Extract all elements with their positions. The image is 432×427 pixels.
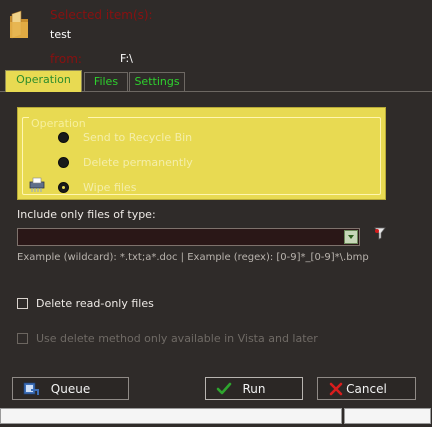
run-button-label: Run	[242, 381, 266, 396]
status-bar-secondary	[344, 408, 431, 424]
queue-button[interactable]: Queue	[12, 377, 129, 400]
radio-delete-permanently[interactable]: Delete permanently	[58, 154, 193, 170]
selected-items-value: test	[50, 28, 72, 41]
vista-method-label: Use delete method only available in Vist…	[36, 332, 318, 345]
delete-readonly-option[interactable]: Delete read-only files	[17, 297, 154, 310]
queue-button-label: Queue	[50, 381, 91, 396]
vista-method-option: Use delete method only available in Vist…	[17, 332, 318, 345]
from-label: from:	[50, 52, 82, 66]
radio-wipe-files[interactable]: Wipe files	[58, 179, 136, 195]
folder-icon	[8, 10, 30, 40]
radio-button[interactable]	[58, 181, 69, 193]
run-button[interactable]: Run	[205, 377, 303, 400]
shredder-icon	[28, 177, 46, 193]
radio-send-to-recycle-bin[interactable]: Send to Recycle Bin	[58, 129, 192, 145]
delete-readonly-checkbox[interactable]	[17, 298, 28, 309]
cancel-button-label: Cancel	[346, 381, 387, 396]
file-type-combobox[interactable]	[17, 228, 360, 246]
radio-button[interactable]	[58, 131, 69, 143]
from-value: F:\	[120, 52, 133, 65]
vista-method-checkbox	[17, 333, 28, 344]
include-files-label: Include only files of type:	[17, 208, 156, 221]
cancel-button[interactable]: Cancel	[317, 377, 416, 400]
filter-icon[interactable]	[372, 226, 388, 242]
radio-label: Delete permanently	[83, 155, 193, 169]
radio-label: Wipe files	[83, 180, 137, 194]
tab-settings[interactable]: Settings	[129, 72, 185, 91]
delete-readonly-label: Delete read-only files	[36, 297, 154, 310]
cancel-x-icon	[328, 381, 344, 397]
check-icon	[216, 381, 232, 397]
radio-button[interactable]	[58, 156, 69, 168]
queue-icon	[23, 381, 39, 397]
status-bar-main	[0, 408, 342, 424]
selected-items-label: Selected item(s):	[50, 8, 153, 22]
include-example-hint: Example (wildcard): *.txt;a*.doc | Examp…	[17, 252, 369, 263]
tab-operation[interactable]: Operation	[5, 70, 82, 92]
dropdown-arrow-icon[interactable]	[344, 230, 358, 244]
operation-panel: Operation Send to Recycle Bin Delete per…	[17, 107, 386, 200]
radio-label: Send to Recycle Bin	[83, 130, 193, 144]
tab-files[interactable]: Files	[84, 72, 128, 91]
